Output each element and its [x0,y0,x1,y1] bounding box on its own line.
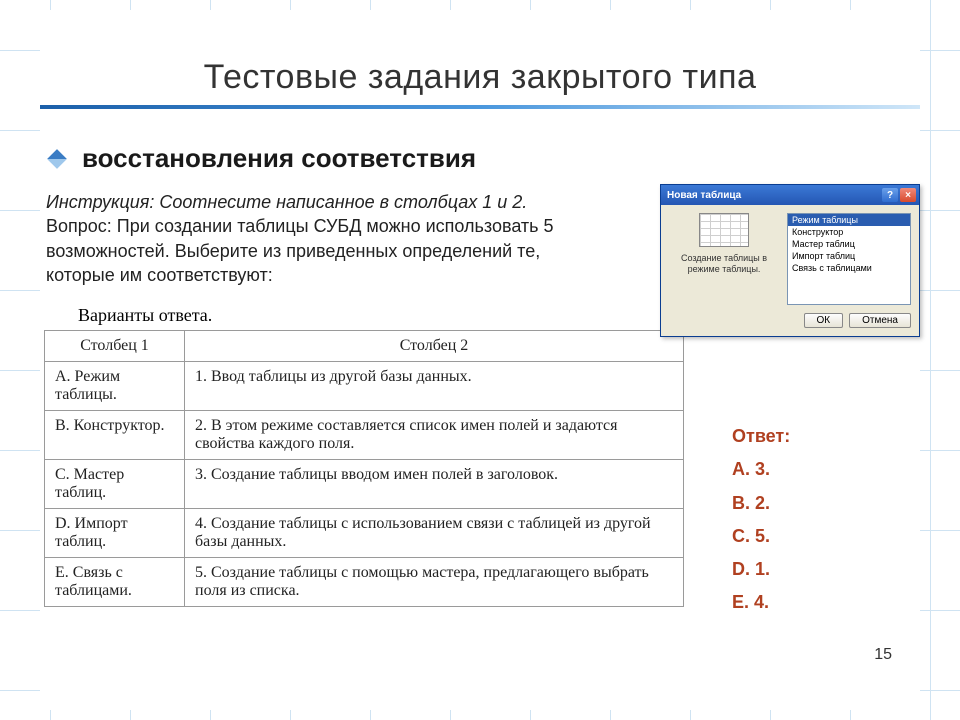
cell-c1: E. Связь с таблицами. [45,558,185,607]
table-row: C. Мастер таблиц. 3. Создание таблицы вв… [45,460,684,509]
cell-c2: 4. Создание таблицы с использованием свя… [185,509,684,558]
list-item[interactable]: Конструктор [788,226,910,238]
table-row: A. Режим таблицы. 1. Ввод таблицы из дру… [45,362,684,411]
subtitle-text: восстановления соответствия [82,143,476,174]
question-line: Вопрос: При создании таблицы СУБД можно … [46,214,600,287]
cell-c1: B. Конструктор. [45,411,185,460]
answer-item: A. 3. [732,453,902,486]
cell-c2: 5. Создание таблицы с помощью мастера, п… [185,558,684,607]
list-item[interactable]: Импорт таблиц [788,250,910,262]
dialog-body: Создание таблицы в режиме таблицы. Режим… [661,205,919,313]
answer-caption: Ответ: [732,420,902,453]
dialog-list[interactable]: Режим таблицы Конструктор Мастер таблиц … [787,213,911,305]
dialog-title: Новая таблица [667,190,741,201]
help-icon[interactable]: ? [882,188,898,202]
answers-table: Столбец 1 Столбец 2 A. Режим таблицы. 1.… [44,330,684,607]
list-item[interactable]: Мастер таблиц [788,238,910,250]
list-item[interactable]: Режим таблицы [788,214,910,226]
table-row: B. Конструктор. 2. В этом режиме составл… [45,411,684,460]
col1-header: Столбец 1 [45,331,185,362]
title-underline [40,105,920,109]
slide-title: Тестовые задания закрытого типа [40,10,920,105]
dialog-footer: ОК Отмена [661,313,919,336]
col2-header: Столбец 2 [185,331,684,362]
list-item[interactable]: Связь с таблицами [788,262,910,274]
dialog-titlebar: Новая таблица ? × [661,185,919,205]
cell-c1: C. Мастер таблиц. [45,460,185,509]
table-grid-icon [699,213,749,247]
table-row: E. Связь с таблицами. 5. Создание таблиц… [45,558,684,607]
dialog-preview-text: Создание таблицы в режиме таблицы. [669,253,779,275]
dialog-preview: Создание таблицы в режиме таблицы. [669,213,779,305]
cell-c1: D. Импорт таблиц. [45,509,185,558]
answer-key: Ответ: A. 3. B. 2. C. 5. D. 1. E. 4. [732,420,902,620]
subtitle-row: восстановления соответствия [40,139,920,190]
slide: Тестовые задания закрытого типа восстано… [40,10,920,710]
close-icon[interactable]: × [900,188,916,202]
new-table-dialog: Новая таблица ? × Создание таблицы в реж… [660,184,920,337]
table-head-row: Столбец 1 Столбец 2 [45,331,684,362]
answer-item: E. 4. [732,586,902,619]
instruction-line: Инструкция: Соотнесите написанное в стол… [46,190,600,214]
cell-c2: 1. Ввод таблицы из другой базы данных. [185,362,684,411]
instruction-block: Инструкция: Соотнесите написанное в стол… [40,190,600,299]
cell-c1: A. Режим таблицы. [45,362,185,411]
table-row: D. Импорт таблиц. 4. Создание таблицы с … [45,509,684,558]
answer-item: D. 1. [732,553,902,586]
cell-c2: 3. Создание таблицы вводом имен полей в … [185,460,684,509]
cell-c2: 2. В этом режиме составляется список име… [185,411,684,460]
bullet-diamond-icon [47,149,67,169]
cancel-button[interactable]: Отмена [849,313,911,328]
ok-button[interactable]: ОК [804,313,844,328]
answer-item: B. 2. [732,487,902,520]
page-number: 15 [874,646,892,664]
content-area: Инструкция: Соотнесите написанное в стол… [40,190,920,607]
answer-item: C. 5. [732,520,902,553]
